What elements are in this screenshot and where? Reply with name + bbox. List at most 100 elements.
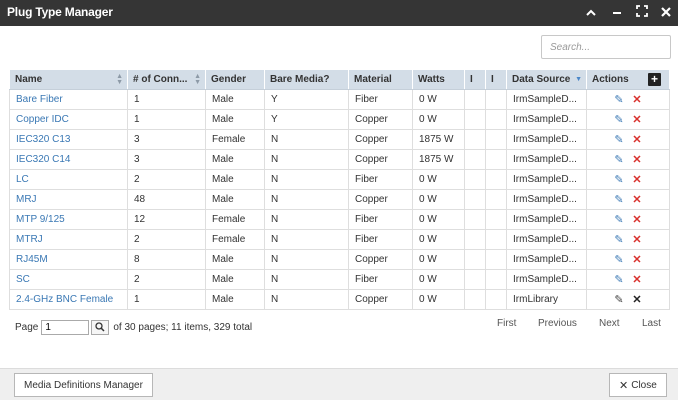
table-row[interactable]: MRJ 48 Male N Copper 0 W IrmSampleD... ✎ ✕: [9, 189, 670, 210]
sort-icon: ▲ ▼: [194, 73, 201, 86]
table-row[interactable]: RJ45M 8 Male N Copper 0 W IrmSampleD... ✎ ✕: [9, 249, 670, 270]
edit-icon[interactable]: ✎: [612, 133, 626, 146]
previous-page-link[interactable]: Previous: [538, 318, 577, 329]
plug-type-table: Name ▲ ▼ # of Conn... ▲ ▼ Gender Bare Media?…: [9, 69, 670, 310]
edit-icon[interactable]: ✎: [612, 193, 626, 206]
cell-gender: Male: [205, 269, 265, 290]
page-number-input[interactable]: [41, 319, 90, 335]
column-header-label: Gender: [211, 74, 247, 85]
delete-icon[interactable]: ✕: [630, 93, 644, 106]
cell-bare-media: N: [264, 169, 349, 190]
table-row[interactable]: 2.4-GHz BNC Female 1 Male N Copper 0 W IrmLibr…: [9, 289, 670, 310]
cell-name[interactable]: RJ45M: [9, 249, 128, 270]
delete-icon[interactable]: ✕: [630, 193, 644, 206]
column-header-gender[interactable]: Gender: [205, 69, 265, 90]
edit-icon[interactable]: ✎: [612, 113, 626, 126]
cell-name[interactable]: IEC320 C14: [9, 149, 128, 170]
next-page-link[interactable]: Next: [599, 318, 620, 329]
title-bar: Plug Type Manager: [0, 0, 678, 26]
chevron-up-icon[interactable]: [581, 3, 601, 23]
edit-icon[interactable]: ✎: [612, 173, 626, 186]
cell-name[interactable]: LC: [9, 169, 128, 190]
cell-actions: ✎ ✕: [586, 89, 670, 110]
delete-icon[interactable]: ✕: [630, 153, 644, 166]
last-page-link[interactable]: Last: [642, 318, 661, 329]
search-input[interactable]: [541, 35, 671, 59]
go-to-page-button[interactable]: [91, 319, 110, 335]
delete-icon[interactable]: ✕: [630, 113, 644, 126]
delete-icon[interactable]: ✕: [630, 133, 644, 146]
column-header-name[interactable]: Name ▲ ▼: [9, 69, 128, 90]
cell-connectors: 1: [127, 89, 206, 110]
sort-descending-icon: ▼: [575, 76, 582, 83]
cell-gender: Female: [205, 209, 265, 230]
cell-actions: ✎ ✕: [586, 189, 670, 210]
add-icon[interactable]: +: [648, 73, 661, 86]
cell-name[interactable]: MRJ: [9, 189, 128, 210]
edit-icon[interactable]: ✎: [612, 213, 626, 226]
delete-icon[interactable]: ✕: [630, 173, 644, 186]
cell-bare-media: N: [264, 209, 349, 230]
cell-data-source: IrmSampleD...: [506, 189, 587, 210]
sort-icon: ▲ ▼: [116, 73, 123, 86]
cell-col8: [485, 129, 507, 150]
delete-icon[interactable]: ✕: [630, 293, 644, 306]
table-row[interactable]: IEC320 C14 3 Male N Copper 1875 W IrmSampleD..…: [9, 149, 670, 170]
column-header-col7[interactable]: I: [464, 69, 486, 90]
table-row[interactable]: IEC320 C13 3 Female N Copper 1875 W IrmSampleD…: [9, 129, 670, 150]
delete-icon[interactable]: ✕: [630, 233, 644, 246]
edit-icon[interactable]: ✎: [612, 153, 626, 166]
column-header-material[interactable]: Material: [348, 69, 413, 90]
cell-name[interactable]: Bare Fiber: [9, 89, 128, 110]
cell-col8: [485, 209, 507, 230]
cell-bare-media: N: [264, 189, 349, 210]
table-row[interactable]: MTRJ 2 Female N Fiber 0 W IrmSampleD... ✎ ✕: [9, 229, 670, 250]
cell-material: Copper: [348, 249, 413, 270]
close-icon[interactable]: [656, 3, 676, 23]
table-row[interactable]: SC 2 Male N Fiber 0 W IrmSampleD... ✎ ✕: [9, 269, 670, 290]
edit-icon[interactable]: ✎: [612, 293, 626, 306]
cell-col8: [485, 249, 507, 270]
delete-icon[interactable]: ✕: [630, 213, 644, 226]
edit-icon[interactable]: ✎: [612, 273, 626, 286]
cell-material: Fiber: [348, 169, 413, 190]
cell-gender: Male: [205, 169, 265, 190]
cell-watts: 0 W: [412, 229, 465, 250]
cell-bare-media: N: [264, 229, 349, 250]
media-definitions-manager-button[interactable]: Media Definitions Manager: [14, 373, 153, 397]
cell-name[interactable]: Copper IDC: [9, 109, 128, 130]
table-row[interactable]: Copper IDC 1 Male Y Copper 0 W IrmSampleD... ✎ ✕: [9, 109, 670, 130]
table-row[interactable]: MTP 9/125 12 Female N Fiber 0 W IrmSampleD... ✎…: [9, 209, 670, 230]
column-header-watts[interactable]: Watts: [412, 69, 465, 90]
cell-name[interactable]: MTP 9/125: [9, 209, 128, 230]
table-row[interactable]: LC 2 Male N Fiber 0 W IrmSampleD... ✎ ✕: [9, 169, 670, 190]
cell-name[interactable]: MTRJ: [9, 229, 128, 250]
table-row[interactable]: Bare Fiber 1 Male Y Fiber 0 W IrmSampleD... ✎ ✕: [9, 89, 670, 110]
first-page-link[interactable]: First: [497, 318, 516, 329]
cell-name[interactable]: IEC320 C13: [9, 129, 128, 150]
cell-connectors: 2: [127, 269, 206, 290]
minimize-icon[interactable]: [607, 3, 627, 23]
delete-icon[interactable]: ✕: [630, 273, 644, 286]
column-header-col8[interactable]: I: [485, 69, 507, 90]
column-header-bare-media[interactable]: Bare Media?: [264, 69, 349, 90]
close-button[interactable]: ✕ Close: [609, 373, 667, 397]
edit-icon[interactable]: ✎: [612, 253, 626, 266]
cell-col8: [485, 89, 507, 110]
cell-data-source: IrmSampleD...: [506, 169, 587, 190]
delete-icon[interactable]: ✕: [630, 253, 644, 266]
cell-material: Copper: [348, 289, 413, 310]
cell-name[interactable]: 2.4-GHz BNC Female: [9, 289, 128, 310]
edit-icon[interactable]: ✎: [612, 93, 626, 106]
cell-col7: [464, 249, 486, 270]
column-header-label: Watts: [418, 74, 445, 85]
cell-col8: [485, 229, 507, 250]
cell-name[interactable]: SC: [9, 269, 128, 290]
column-header-connectors[interactable]: # of Conn... ▲ ▼: [127, 69, 206, 90]
column-header-data-source[interactable]: Data Source ▼: [506, 69, 587, 90]
cell-col8: [485, 109, 507, 130]
dialog-footer: Media Definitions Manager ✕ Close: [0, 368, 678, 400]
maximize-icon[interactable]: [632, 3, 652, 23]
edit-icon[interactable]: ✎: [612, 233, 626, 246]
cell-gender: Male: [205, 189, 265, 210]
